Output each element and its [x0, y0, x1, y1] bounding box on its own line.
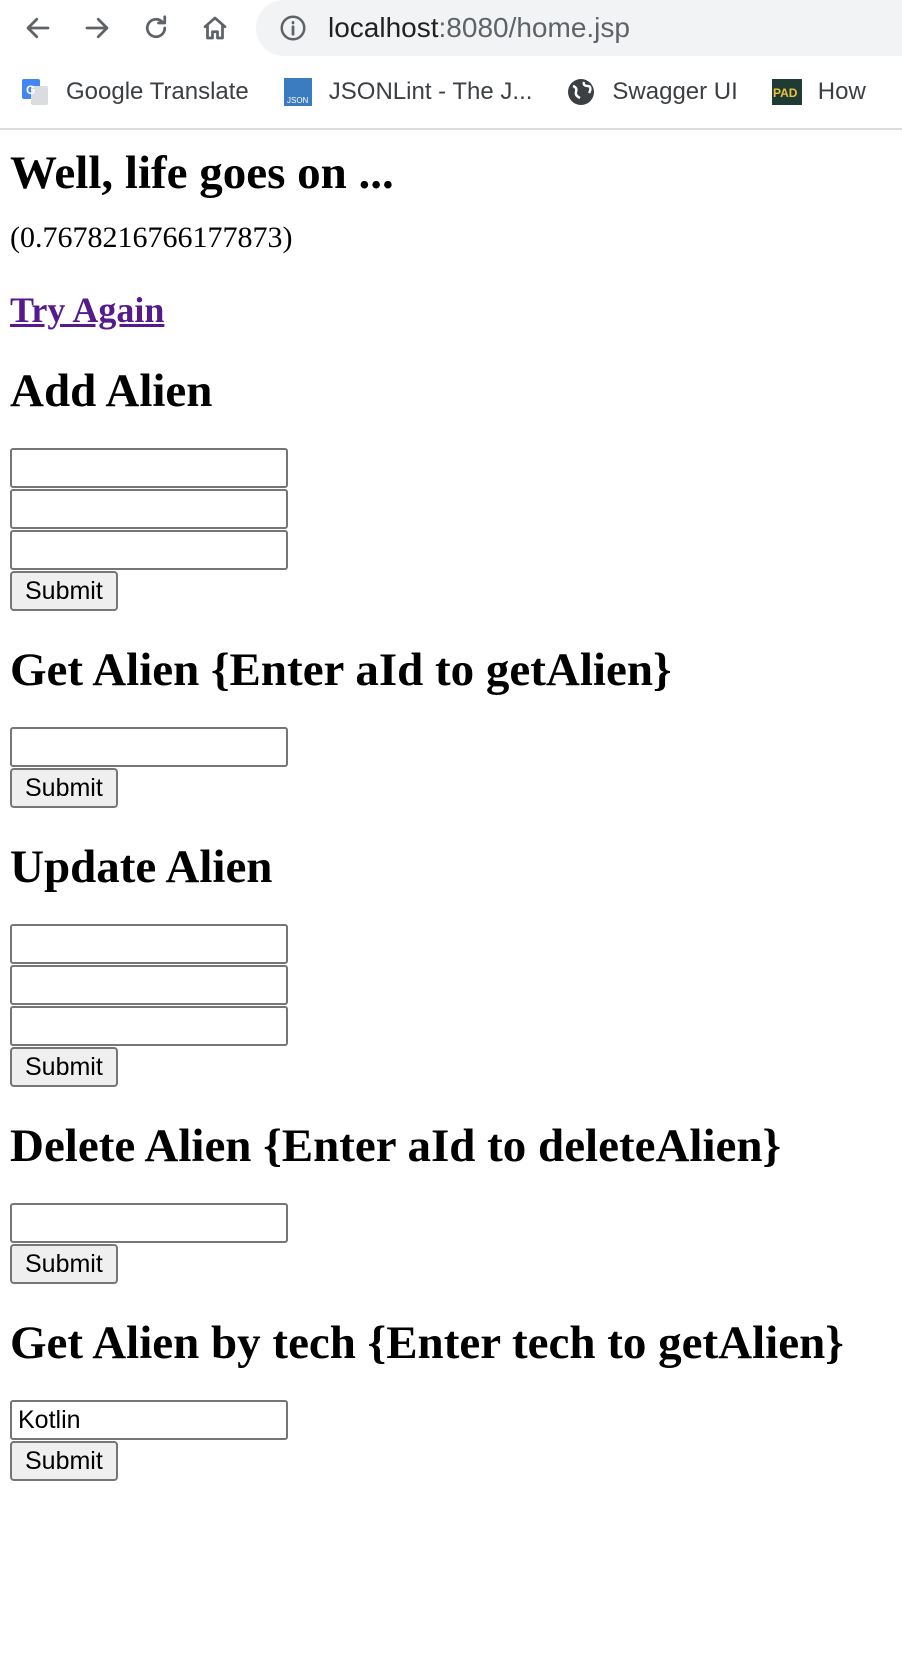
- add-alien-heading: Add Alien: [10, 365, 213, 417]
- by-tech-submit-button[interactable]: Submit: [10, 1441, 118, 1481]
- bookmark-swagger-ui[interactable]: Swagger UI: [566, 77, 738, 107]
- delete-alien-form: Submit: [10, 1203, 892, 1284]
- update-alien-heading: Update Alien: [10, 841, 273, 893]
- reload-icon: [145, 15, 167, 39]
- back-button[interactable]: [17, 7, 59, 49]
- bookmarks-bar: G Google Translate JSON JSONLint - The J…: [0, 56, 902, 128]
- pad-icon: PAD: [771, 79, 802, 105]
- get-alien-heading: Get Alien {Enter aId to getAlien}: [10, 644, 672, 696]
- bookmark-jsonlint[interactable]: JSON JSONLint - The J...: [283, 77, 533, 107]
- home-icon: [203, 16, 227, 40]
- update-submit-button[interactable]: Submit: [10, 1047, 118, 1087]
- bookmark-how[interactable]: PAD How: [771, 77, 866, 107]
- get-aid-input[interactable]: [10, 727, 288, 767]
- tech-input[interactable]: [10, 1400, 288, 1440]
- update-aid-input[interactable]: [10, 924, 288, 964]
- add-alien-form: Submit: [10, 448, 892, 611]
- url-path: :8080/home.jsp: [438, 12, 630, 43]
- browser-toolbar: localhost:8080/home.jsp: [0, 0, 902, 56]
- forward-button[interactable]: [76, 7, 118, 49]
- page-content: Well, life goes on ... (0.76782167661778…: [0, 146, 902, 1481]
- svg-text:G: G: [26, 83, 35, 97]
- add-tech-input[interactable]: [10, 530, 288, 570]
- try-again-link[interactable]: Try Again: [10, 288, 892, 332]
- add-aid-input[interactable]: [10, 448, 288, 488]
- get-alien-form: Submit: [10, 727, 892, 808]
- svg-text:JSON: JSON: [287, 96, 309, 105]
- arrow-right-icon: [85, 17, 109, 39]
- info-icon: [280, 15, 306, 41]
- get-submit-button[interactable]: Submit: [10, 768, 118, 808]
- update-alien-form: Submit: [10, 924, 892, 1087]
- jsonlint-icon: JSON: [283, 78, 312, 106]
- update-tech-input[interactable]: [10, 1006, 288, 1046]
- bookmark-label: JSONLint - The J...: [328, 78, 533, 105]
- get-by-tech-form: Submit: [10, 1400, 892, 1481]
- random-value: (0.7678216766177873): [10, 221, 293, 254]
- delete-alien-heading: Delete Alien {Enter aId to deleteAlien}: [10, 1120, 782, 1172]
- add-submit-button[interactable]: Submit: [10, 571, 118, 611]
- url-host: localhost: [328, 12, 439, 43]
- delete-submit-button[interactable]: Submit: [10, 1244, 118, 1284]
- arrow-left-icon: [26, 17, 50, 39]
- delete-aid-input[interactable]: [10, 1203, 288, 1243]
- browser-chrome: localhost:8080/home.jsp G Google Transla…: [0, 0, 902, 130]
- bookmark-google-translate[interactable]: G Google Translate: [20, 77, 249, 107]
- google-translate-icon: G: [22, 79, 48, 105]
- home-button[interactable]: [194, 7, 236, 49]
- bookmark-label: How: [817, 78, 866, 105]
- bookmark-label: Google Translate: [66, 78, 249, 105]
- globe-icon: [568, 79, 595, 105]
- reload-button[interactable]: [135, 7, 177, 49]
- page-title: Well, life goes on ...: [10, 147, 394, 199]
- svg-text:PAD: PAD: [773, 86, 798, 100]
- update-name-input[interactable]: [10, 965, 288, 1005]
- get-by-tech-heading: Get Alien by tech {Enter tech to getAlie…: [10, 1317, 844, 1369]
- bookmark-label: Swagger UI: [612, 78, 738, 105]
- add-name-input[interactable]: [10, 489, 288, 529]
- address-bar[interactable]: localhost:8080/home.jsp: [256, 0, 902, 56]
